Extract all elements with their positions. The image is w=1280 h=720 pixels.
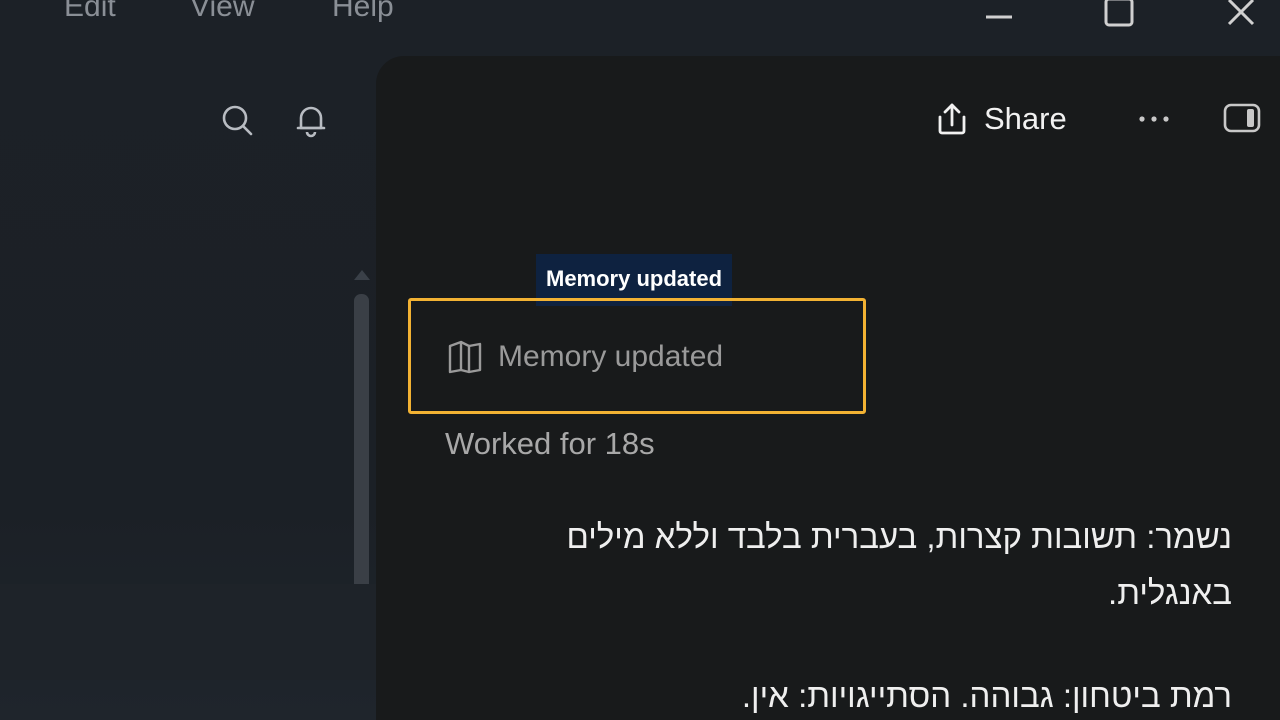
maximize-icon (1104, 0, 1134, 27)
toggle-panel-button[interactable] (1222, 100, 1262, 136)
response-paragraph: נשמר: תשובות קצרות, בעברית בלבד וללא מיל… (566, 518, 1232, 611)
bell-icon (296, 106, 326, 138)
close-button[interactable] (1216, 0, 1266, 34)
search-button[interactable] (217, 100, 257, 140)
worked-duration: Worked for 18s (445, 426, 655, 461)
app-window: Edit View Help Share Memory updated Memo… (0, 0, 1280, 720)
more-icon (1139, 116, 1169, 122)
response-paragraph: רמת ביטחון: גבוהה. הסתייגויות: אין. (741, 677, 1232, 714)
maximize-button[interactable] (1094, 0, 1144, 34)
memory-chip-label: Memory updated (498, 340, 724, 373)
menu-edit[interactable]: Edit (64, 0, 116, 24)
more-options-button[interactable] (1134, 102, 1174, 136)
sidebar-scrollbar[interactable] (353, 270, 370, 626)
menu-bar: Edit View Help (0, 0, 900, 40)
sidebar-footer (0, 584, 394, 680)
scroll-up-arrow[interactable] (354, 270, 370, 280)
close-icon (1227, 0, 1255, 26)
memory-updated-chip[interactable]: Memory updated (446, 338, 723, 376)
menu-view[interactable]: View (190, 0, 254, 24)
share-icon (938, 103, 966, 135)
minimize-button[interactable] (974, 0, 1024, 34)
scroll-thumb[interactable] (354, 294, 369, 626)
share-button[interactable]: Share (934, 96, 1067, 142)
notifications-button[interactable] (291, 100, 331, 140)
sidebar-toggle-icon (1223, 103, 1261, 133)
share-label: Share (984, 101, 1067, 136)
chat-panel: Share Memory updated Memory updated Work… (376, 56, 1280, 720)
book-icon (448, 340, 482, 374)
search-icon (222, 105, 253, 136)
menu-help[interactable]: Help (332, 0, 394, 24)
minimize-icon (986, 15, 1012, 19)
